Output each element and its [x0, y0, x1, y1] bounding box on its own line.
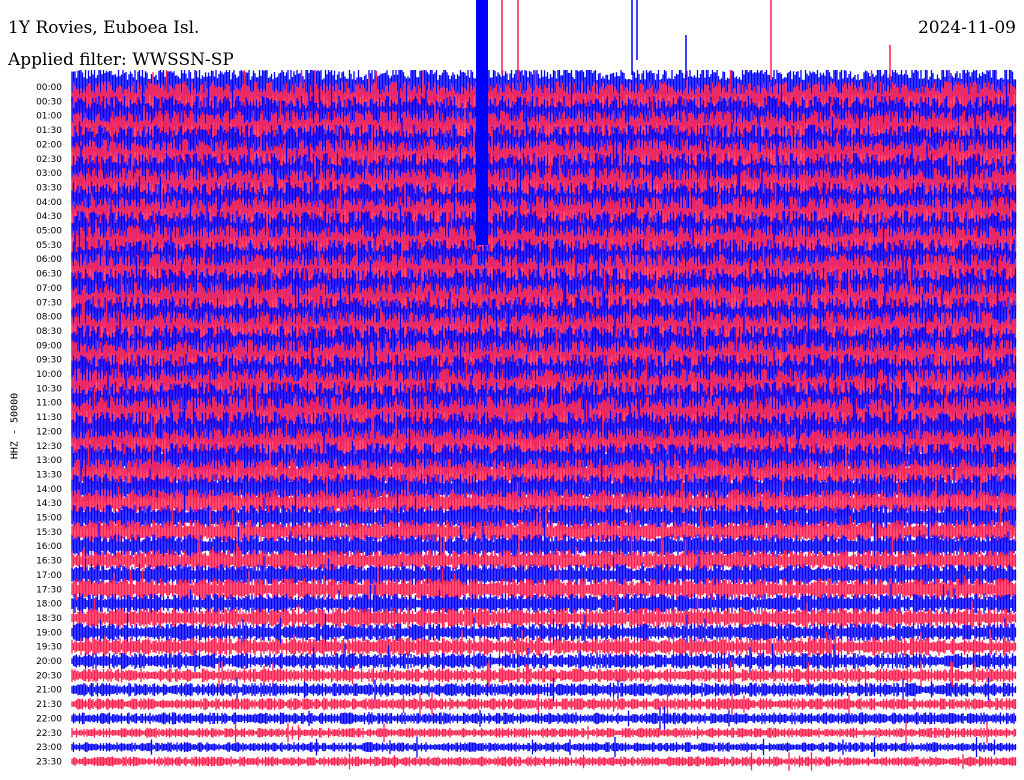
time-label: 05:00	[36, 227, 62, 237]
time-label: 15:00	[36, 514, 62, 524]
time-label: 06:30	[36, 270, 62, 280]
time-label: 12:30	[36, 442, 62, 452]
time-label: 06:00	[36, 255, 62, 265]
time-label: 08:00	[36, 313, 62, 323]
time-label: 01:30	[36, 126, 62, 136]
time-label: 02:00	[36, 140, 62, 150]
time-label: 13:30	[36, 470, 62, 480]
time-label: 04:30	[36, 212, 62, 222]
time-label: 02:30	[36, 155, 62, 165]
time-label: 12:00	[36, 427, 62, 437]
signal-clip-burst	[476, 0, 488, 245]
time-label: 11:30	[36, 413, 62, 423]
trace-row	[71, 736, 1017, 758]
time-label: 23:30	[36, 757, 62, 767]
time-label: 22:00	[36, 714, 62, 724]
time-label: 20:00	[36, 657, 62, 667]
time-label: 13:00	[36, 456, 62, 466]
time-label: 00:30	[36, 97, 62, 107]
time-label: 14:00	[36, 485, 62, 495]
time-label: 18:30	[36, 614, 62, 624]
time-label: 17:30	[36, 585, 62, 595]
time-label: 05:30	[36, 241, 62, 251]
time-label: 23:00	[36, 743, 62, 753]
time-label: 18:00	[36, 600, 62, 610]
time-label: 22:30	[36, 729, 62, 739]
trace-row	[71, 677, 1017, 702]
time-label: 00:00	[36, 83, 62, 93]
time-label: 07:00	[36, 284, 62, 294]
time-label: 10:30	[36, 384, 62, 394]
time-label: 07:30	[36, 298, 62, 308]
time-label: 03:30	[36, 183, 62, 193]
time-label: 21:30	[36, 700, 62, 710]
helicorder-plot: 00:00 00:30 01:00 01:30 02:00 02:30 03:00 03:30…	[36, 0, 1017, 771]
time-label: 19:30	[36, 643, 62, 653]
time-label: 03:00	[36, 169, 62, 179]
time-label: 09:00	[36, 341, 62, 351]
time-label: 04:00	[36, 198, 62, 208]
time-label: 20:30	[36, 671, 62, 681]
time-label: 21:00	[36, 686, 62, 696]
time-label: 15:30	[36, 528, 62, 538]
time-label: 11:00	[36, 399, 62, 409]
time-label: 09:30	[36, 356, 62, 366]
time-label: 14:30	[36, 499, 62, 509]
time-label: 10:00	[36, 370, 62, 380]
trace-row	[71, 707, 1017, 730]
time-label: 19:00	[36, 628, 62, 638]
time-label: 16:30	[36, 557, 62, 567]
time-label: 17:00	[36, 571, 62, 581]
time-label: 01:00	[36, 112, 62, 122]
time-label: 16:00	[36, 542, 62, 552]
time-label: 08:30	[36, 327, 62, 337]
